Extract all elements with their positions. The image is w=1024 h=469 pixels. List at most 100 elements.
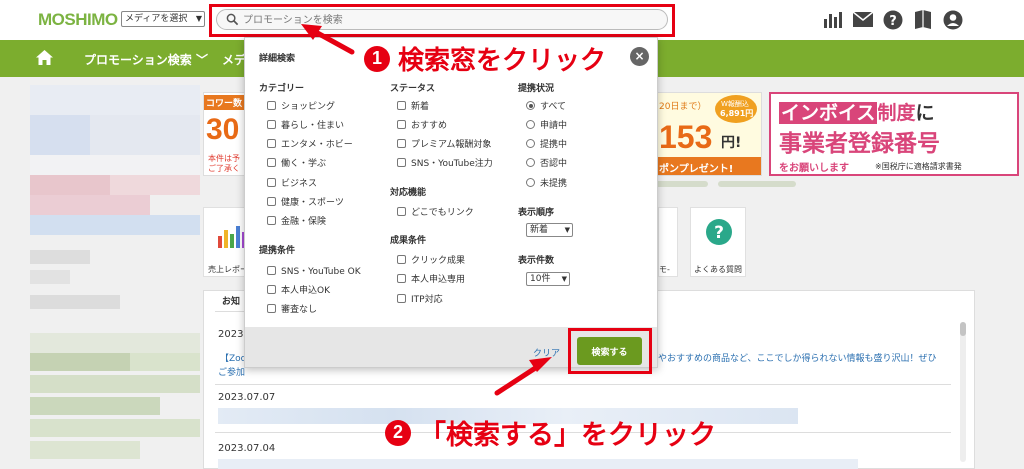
news-link-cont[interactable]: ご参加 [218,365,245,378]
category-option[interactable]: ショッピング [267,99,335,112]
bar-chart-icon[interactable] [822,9,843,30]
category-option[interactable]: 金融・保険 [267,214,326,227]
result-heading: 成果条件 [390,236,427,246]
checkbox[interactable] [267,139,276,148]
help-icon[interactable]: ? [882,9,903,30]
status-option[interactable]: プレミアム報酬対象 [397,137,491,150]
checkbox[interactable] [267,197,276,206]
checkbox[interactable] [397,139,406,148]
option-label: 提携中 [540,140,568,150]
option-label: 未提携 [540,179,568,189]
banner-left-text: コワー数 [206,99,243,109]
checkbox[interactable] [267,266,276,275]
svg-text:?: ? [889,14,897,29]
news-date: 2023.07.07 [218,392,276,403]
option-label: おすすめ [411,121,448,131]
category-option[interactable]: 暮らし・住まい [267,118,344,131]
tile-faq[interactable]: ? よくある質問 [690,207,746,277]
option-label: SNS・YouTube OK [281,267,361,277]
result-option[interactable]: ITP対応 [397,292,443,305]
help-circle-icon: ? [706,219,732,245]
category-heading: カテゴリー [259,84,305,94]
partnership-option[interactable]: 申請中 [526,118,567,131]
bookmark-icon[interactable] [912,9,933,30]
checkbox[interactable] [267,216,276,225]
count-select[interactable]: 10件 ▼ [526,272,570,286]
news-link[interactable]: 【Zoo [220,351,246,364]
checkbox[interactable] [397,120,406,129]
status-heading: ステータス [390,84,436,94]
home-icon[interactable] [35,49,54,70]
partnership-option[interactable]: すべて [526,99,566,112]
category-option[interactable]: 健康・スポーツ [267,195,344,208]
banner-mid-yen: 円! [721,135,742,151]
category-option[interactable]: エンタメ・ホビー [267,137,353,150]
radio-button[interactable] [526,158,535,167]
category-option[interactable]: ビジネス [267,176,317,189]
mail-icon[interactable] [852,9,873,30]
tile-partial[interactable]: モ- [658,207,678,277]
feature-option[interactable]: どこでもリンク [397,205,474,218]
result-option[interactable]: クリック成果 [397,253,465,266]
media-select[interactable]: メディアを選択 ▼ [121,11,205,27]
news-link-right[interactable]: やおすすめの商品など、ここでしか得られない情報も盛り沢山！ぜひ [658,351,937,364]
news-date: 2023.07.04 [218,443,276,454]
status-option[interactable]: おすすめ [397,118,447,131]
checkbox[interactable] [397,207,406,216]
condition-option[interactable]: 本人申込OK [267,283,330,296]
option-label: クリック成果 [411,256,466,266]
user-icon[interactable] [942,9,963,30]
tile-sales-label: 売上レポー [208,265,248,274]
radio-button[interactable] [526,139,535,148]
step2-callout: 2 「検索する」をクリック [385,413,716,452]
checkbox[interactable] [397,158,406,167]
step1-callout: 1 検索窓をクリック [364,40,606,77]
modal-title: 詳細検索 [259,54,296,64]
checkbox[interactable] [267,101,276,110]
condition-option[interactable]: 審査なし [267,302,317,315]
nav-promotion-search[interactable]: プロモーション検索 ﹀ [84,51,208,68]
checkbox[interactable] [397,101,406,110]
condition-option[interactable]: SNS・YouTube OK [267,264,361,277]
search-highlight-box [209,4,675,37]
checkbox[interactable] [267,178,276,187]
radio-button-checked[interactable] [526,101,535,110]
checkbox[interactable] [267,285,276,294]
banner-left[interactable]: コワー数 30 本件は予 ご了承く [203,92,249,176]
checkbox[interactable] [397,294,406,303]
banner-mid-top: 20日まで） [659,102,707,112]
status-option[interactable]: 新着 [397,99,429,112]
radio-button[interactable] [526,120,535,129]
banner-invoice-line1: インボイス 制度に [779,98,934,125]
checkbox[interactable] [397,274,406,283]
nav-media[interactable]: メデ [222,51,246,68]
notice-scrollbar[interactable] [960,322,966,462]
option-label: プレミアム報酬対象 [411,140,492,150]
banner-invoice[interactable]: インボイス 制度に 事業者登録番号 をお願いします ※国税庁に適格請求書発 [769,92,1019,176]
notice-tab[interactable]: お知 [222,294,240,307]
scrollbar-thumb[interactable] [960,322,966,336]
category-option[interactable]: 働く・学ぶ [267,156,326,169]
result-option[interactable]: 本人申込専用 [397,272,465,285]
news-date: 2023 [218,329,244,340]
clear-link[interactable]: クリア [533,346,560,359]
status-option[interactable]: SNS・YouTube注力 [397,156,493,169]
moshimo-logo[interactable]: MOSHIMO [38,10,118,30]
carousel-dot[interactable] [718,181,796,187]
radio-button[interactable] [526,178,535,187]
tile-partial-label: モ- [659,265,670,274]
partnership-option[interactable]: 未提携 [526,176,567,189]
close-icon[interactable]: × [630,47,649,66]
partnership-option[interactable]: 提携中 [526,137,567,150]
checkbox[interactable] [267,120,276,129]
partnership-heading: 提携状況 [518,84,555,94]
option-label: エンタメ・ホビー [281,140,353,150]
checkbox[interactable] [267,158,276,167]
banner-middle[interactable]: 20日まで） W報酬込 6,891円 153 円! ポンプレゼント! [656,92,762,176]
checkbox[interactable] [397,255,406,264]
banner-left-big: 30 [206,113,240,146]
partnership-option[interactable]: 否認中 [526,156,567,169]
chevron-down-icon: ▼ [561,275,567,283]
checkbox[interactable] [267,304,276,313]
order-select[interactable]: 新着 ▼ [526,223,573,237]
